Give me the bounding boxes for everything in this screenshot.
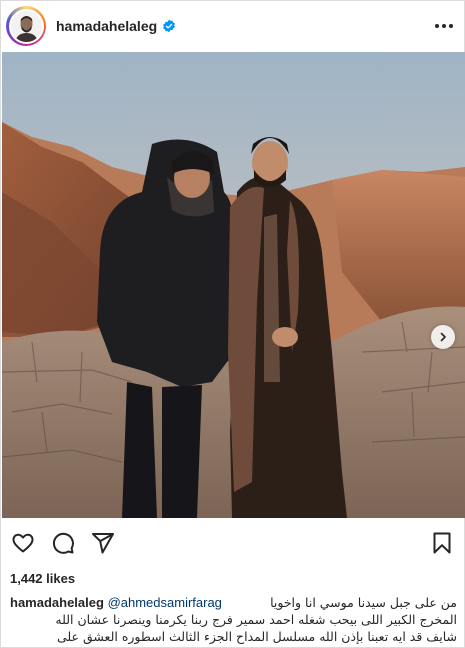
- more-options-button[interactable]: [432, 14, 456, 38]
- post-photo[interactable]: [2, 52, 465, 518]
- heart-icon: [12, 533, 34, 553]
- post-header: hamadahelaleg: [1, 1, 465, 51]
- chevron-right-icon: [440, 332, 446, 342]
- caption-text-line-2: المخرج الكبير اللى بيحب شغله احمد سمير ف…: [55, 612, 457, 627]
- carousel-next-button[interactable]: [431, 325, 455, 349]
- paper-plane-icon: [92, 533, 114, 554]
- avatar-story-ring[interactable]: [6, 6, 46, 46]
- comment-button[interactable]: [51, 531, 75, 555]
- avatar[interactable]: [8, 8, 44, 44]
- verified-badge-icon: [163, 19, 176, 33]
- post-actions: [1, 519, 465, 567]
- caption-line-1: hamadahelaleg @ahmedsamirfarag من على جب…: [10, 594, 457, 611]
- like-button[interactable]: [11, 531, 35, 555]
- caption-text-line-3: شايف قد ايه تعبنا بإذن الله مسلسل المداح…: [56, 629, 457, 644]
- instagram-post: hamadahelaleg 1,442 likes hamadahelaleg …: [0, 0, 465, 648]
- post-username[interactable]: hamadahelaleg: [56, 18, 157, 34]
- more-horizontal-icon: [435, 24, 453, 28]
- bookmark-icon: [433, 532, 451, 554]
- caption-text-line-1: من على جبل سيدنا موسي انا واخويا: [270, 595, 457, 610]
- save-button[interactable]: [430, 531, 454, 555]
- post-caption: hamadahelaleg @ahmedsamirfarag من على جب…: [10, 594, 457, 645]
- comment-icon: [52, 532, 74, 554]
- caption-username[interactable]: hamadahelaleg: [10, 595, 104, 610]
- caption-mention[interactable]: @ahmedsamirfarag: [108, 595, 222, 610]
- like-count[interactable]: 1,442 likes: [10, 571, 75, 586]
- photo-scene: [2, 52, 465, 518]
- share-button[interactable]: [91, 531, 115, 555]
